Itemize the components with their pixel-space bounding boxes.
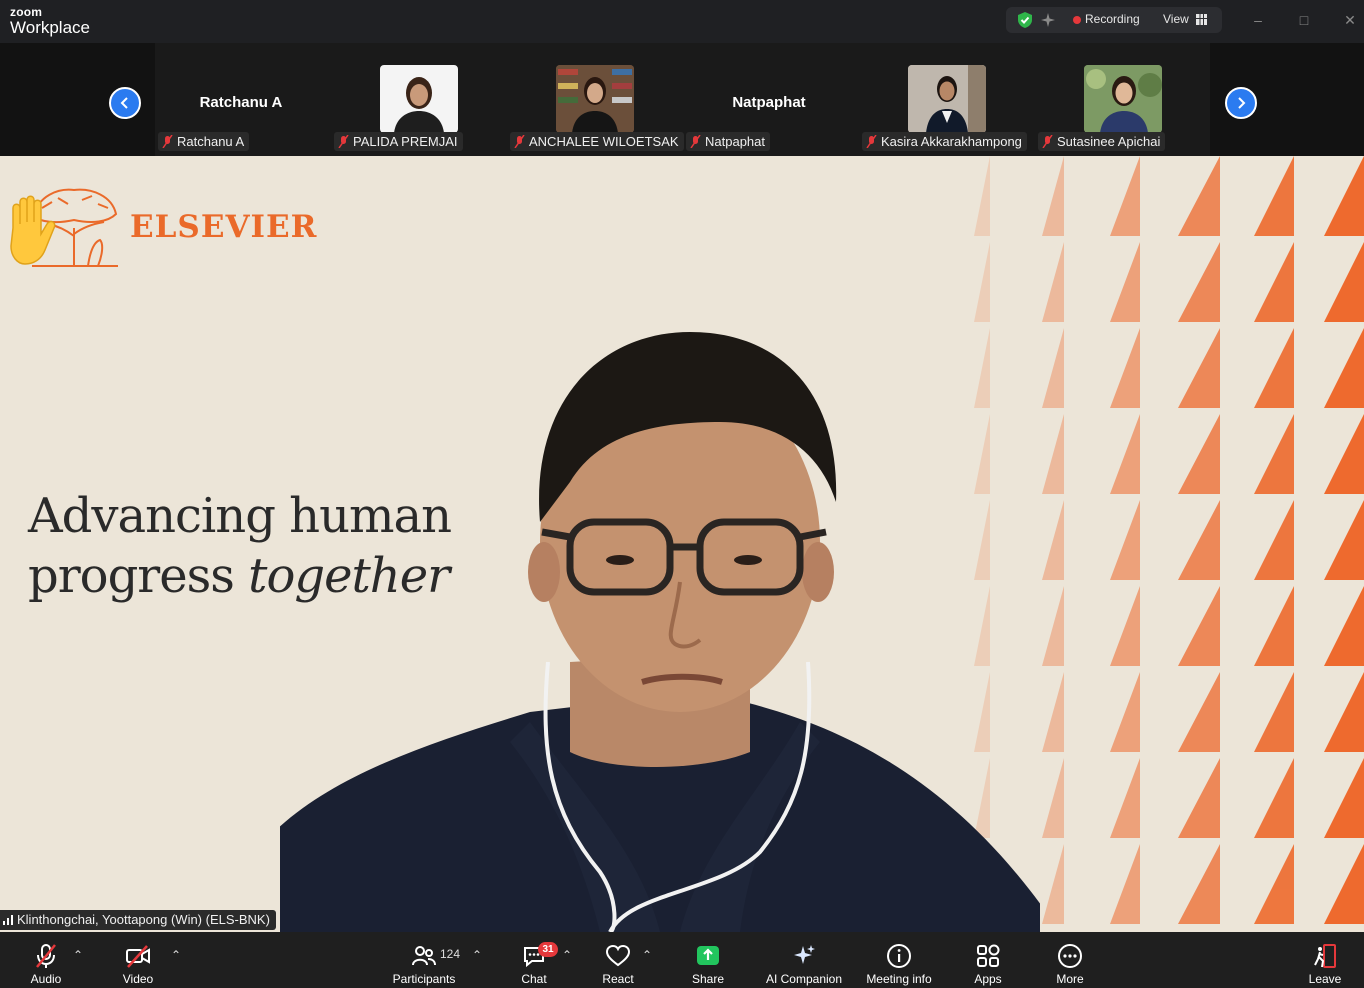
react-button[interactable]: React	[588, 932, 648, 988]
active-speaker-name-tag: Klinthongchai, Yoottapong (Win) (ELS-BNK…	[0, 910, 276, 930]
participant-name-tag: Ratchanu A	[158, 132, 250, 151]
elsevier-wordmark: ELSEVIER	[130, 209, 318, 245]
chevron-left-icon	[120, 97, 128, 109]
slogan-line-2-regular: progress	[28, 548, 249, 604]
share-button[interactable]: Share	[678, 932, 738, 988]
participants-label: Participants	[392, 972, 456, 986]
view-button[interactable]: View	[1163, 12, 1189, 26]
zoom-workplace-logo: zoom Workplace	[10, 6, 90, 36]
participant-video-thumbnail	[908, 65, 986, 133]
next-page-button[interactable]	[1225, 87, 1257, 119]
ai-companion-button[interactable]: AI Companion	[760, 932, 848, 988]
meeting-status-pill: Recording View	[1006, 7, 1222, 33]
chat-options-chevron-icon[interactable]: ⌃	[562, 948, 572, 962]
speaker-figure	[280, 332, 1040, 932]
ai-companion-sparkle-icon	[794, 945, 815, 964]
heart-icon	[605, 944, 631, 967]
participants-count: 124	[440, 947, 461, 961]
active-speaker-name: Klinthongchai, Yoottapong (Win) (ELS-BNK…	[17, 912, 270, 927]
react-label: React	[602, 972, 634, 986]
ai-sparkle-icon[interactable]	[1039, 11, 1057, 29]
participant-name: PALIDA PREMJAI	[353, 134, 458, 149]
participant-name-tag: Natpaphat	[686, 132, 770, 151]
participant-name: ANCHALEE WILOETSAK	[529, 134, 679, 149]
active-speaker-video[interactable]: ELSEVIER Advancing human progress togeth…	[0, 156, 1364, 932]
video-label: Video	[122, 972, 154, 986]
mic-muted-icon	[866, 135, 877, 148]
audio-button[interactable]: Audio	[16, 932, 76, 988]
leave-label: Leave	[1308, 972, 1342, 986]
chat-button[interactable]: Chat	[504, 932, 564, 988]
participant-video-thumbnail	[1084, 65, 1162, 133]
chat-unread-badge: 31	[538, 942, 558, 957]
participant-strip: Ratchanu A Ratchanu A PALIDA PREMJAI ANC…	[0, 43, 1364, 156]
ai-companion-label: AI Companion	[765, 972, 843, 986]
participant-tile[interactable]: Sutasinee Apichai	[1035, 43, 1207, 156]
participants-options-chevron-icon[interactable]: ⌃	[472, 948, 482, 962]
mic-muted-icon	[338, 135, 349, 148]
video-off-icon	[126, 945, 150, 968]
more-button[interactable]: More	[1040, 932, 1100, 988]
participant-tile[interactable]: Kasira Akkarakhampong	[859, 43, 1031, 156]
participant-name-tag: Kasira Akkarakhampong	[862, 132, 1027, 151]
participant-name: Ratchanu A	[177, 134, 245, 149]
audio-options-chevron-icon[interactable]: ⌃	[73, 948, 83, 962]
mic-muted-icon	[36, 944, 56, 968]
mic-muted-icon	[1042, 135, 1053, 148]
apps-label: Apps	[974, 972, 1002, 986]
participant-tile[interactable]: Ratchanu A Ratchanu A	[155, 43, 327, 156]
participant-display-name: Natpaphat	[732, 94, 806, 111]
participants-icon	[412, 946, 436, 966]
participant-display-name: Ratchanu A	[199, 94, 283, 111]
audio-label: Audio	[30, 972, 62, 986]
mic-muted-icon	[690, 135, 701, 148]
previous-page-button[interactable]	[109, 87, 141, 119]
raise-hand-icon	[10, 195, 56, 265]
participant-tile[interactable]: Natpaphat Natpaphat	[683, 43, 855, 156]
share-screen-icon	[697, 946, 719, 965]
participant-name-tag: Sutasinee Apichai	[1038, 132, 1166, 151]
participant-name: Sutasinee Apichai	[1057, 134, 1161, 149]
chevron-right-icon	[1238, 97, 1246, 109]
signal-strength-icon	[3, 915, 13, 925]
more-label: More	[1056, 972, 1084, 986]
apps-icon	[977, 944, 1000, 967]
participant-tile[interactable]: ANCHALEE WILOETSAK	[507, 43, 684, 156]
more-ellipsis-icon	[1058, 944, 1082, 968]
participant-tile[interactable]: PALIDA PREMJAI	[331, 43, 503, 156]
participant-video-thumbnail	[556, 65, 634, 133]
video-options-chevron-icon[interactable]: ⌃	[171, 948, 181, 962]
meeting-info-label: Meeting info	[866, 972, 932, 986]
mic-muted-icon	[514, 135, 525, 148]
mic-muted-icon	[162, 135, 173, 148]
participant-name: Kasira Akkarakhampong	[881, 134, 1022, 149]
video-button[interactable]: Video	[108, 932, 168, 988]
recording-label[interactable]: Recording	[1085, 12, 1140, 26]
leave-button[interactable]: Leave	[1296, 932, 1354, 988]
grid-view-icon[interactable]	[1196, 14, 1207, 25]
shield-check-icon[interactable]	[1016, 11, 1034, 29]
title-bar: zoom Workplace Recording View – □ ✕	[0, 0, 1364, 43]
meeting-toolbar: Audio ⌃ Video ⌃ Participants 124 ⌃ Chat …	[0, 932, 1364, 988]
meeting-info-button[interactable]: Meeting info	[862, 932, 936, 988]
apps-button[interactable]: Apps	[958, 932, 1018, 988]
participant-name-tag: PALIDA PREMJAI	[334, 132, 463, 151]
close-button[interactable]: ✕	[1339, 10, 1361, 30]
minimize-button[interactable]: –	[1247, 10, 1269, 30]
react-options-chevron-icon[interactable]: ⌃	[642, 948, 652, 962]
leave-door-icon	[1314, 944, 1336, 968]
brand-small-text: zoom	[10, 5, 43, 19]
participant-name-tag: ANCHALEE WILOETSAK	[510, 132, 684, 151]
share-label: Share	[691, 972, 725, 986]
info-icon	[887, 944, 911, 968]
brand-large-text: Workplace	[10, 18, 90, 37]
participant-name: Natpaphat	[705, 134, 765, 149]
maximize-button[interactable]: □	[1293, 10, 1315, 30]
recording-dot-icon	[1073, 16, 1081, 24]
chat-label: Chat	[521, 972, 547, 986]
participant-video-thumbnail	[380, 65, 458, 133]
